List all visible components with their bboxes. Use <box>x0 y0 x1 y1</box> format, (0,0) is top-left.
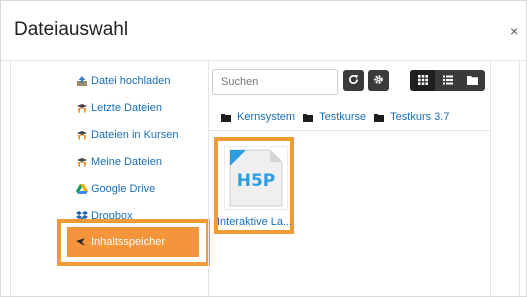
content-bank-icon <box>75 236 87 248</box>
moodle-icon <box>76 102 88 114</box>
file-picker-dialog: Dateiauswahl × Datei hochladen Letzte Da… <box>0 0 527 297</box>
google-drive-icon <box>76 183 88 195</box>
repository-sidebar: Datei hochladen Letzte Dateien Dateien i… <box>11 61 210 297</box>
file-grid: H5P Interaktive La... <box>209 130 490 297</box>
sidebar-item-google-drive[interactable]: Google Drive <box>76 179 155 199</box>
grid-view-button[interactable] <box>410 70 435 91</box>
breadcrumb-label: Testkurs 3.7 <box>390 111 450 123</box>
tree-view-icon <box>467 72 478 90</box>
breadcrumb-testkurse[interactable]: Testkurse <box>303 111 366 123</box>
sidebar-item-course-files[interactable]: Dateien in Kursen <box>76 125 178 145</box>
search-input[interactable] <box>212 69 338 95</box>
folder-icon <box>221 113 231 122</box>
view-switcher <box>410 70 485 91</box>
sidebar-item-upload[interactable]: Datei hochladen <box>76 71 171 91</box>
sidebar-item-label: Dateien in Kursen <box>91 129 179 141</box>
gear-icon <box>373 72 384 90</box>
breadcrumb: Kernsystem Testkurse Testkurs 3.7 <box>221 109 457 125</box>
moodle-icon <box>76 129 88 141</box>
tree-view-button[interactable] <box>460 70 485 91</box>
breadcrumb-testkurs-3-7[interactable]: Testkurs 3.7 <box>374 111 449 123</box>
h5p-file-icon[interactable]: H5P <box>223 145 289 211</box>
moodle-icon <box>76 156 88 168</box>
breadcrumb-label: Kernsystem <box>237 111 296 123</box>
list-view-button[interactable] <box>435 70 460 91</box>
svg-text:H5P: H5P <box>237 171 276 191</box>
settings-button[interactable] <box>368 70 389 91</box>
file-browser-panel: Kernsystem Testkurse Testkurs 3.7 <box>208 61 491 297</box>
breadcrumb-kernsystem[interactable]: Kernsystem <box>221 111 295 123</box>
refresh-icon <box>348 72 359 90</box>
sidebar-item-label: Google Drive <box>91 183 156 195</box>
sidebar-item-recent[interactable]: Letzte Dateien <box>76 98 162 118</box>
dialog-body: Datei hochladen Letzte Dateien Dateien i… <box>10 61 520 297</box>
dialog-title: Dateiauswahl <box>14 19 129 40</box>
sidebar-item-label: Letzte Dateien <box>91 102 162 114</box>
breadcrumb-label: Testkurse <box>319 111 367 123</box>
dialog-header: Dateiauswahl × <box>1 1 527 61</box>
refresh-button[interactable] <box>343 70 364 91</box>
close-icon[interactable]: × <box>510 24 518 38</box>
folder-icon <box>303 113 314 122</box>
sidebar-item-content-bank[interactable]: Inhaltsspeicher <box>67 227 199 257</box>
sidebar-item-my-files[interactable]: Meine Dateien <box>76 152 162 172</box>
sidebar-item-label: Inhaltsspeicher <box>91 236 165 248</box>
file-name[interactable]: Interaktive La... <box>217 216 297 228</box>
folder-icon <box>374 113 385 122</box>
sidebar-item-label: Datei hochladen <box>91 75 171 87</box>
sidebar-item-label: Meine Dateien <box>91 156 162 168</box>
upload-icon <box>76 75 88 87</box>
grid-view-icon <box>417 72 428 90</box>
list-view-icon <box>442 72 453 90</box>
